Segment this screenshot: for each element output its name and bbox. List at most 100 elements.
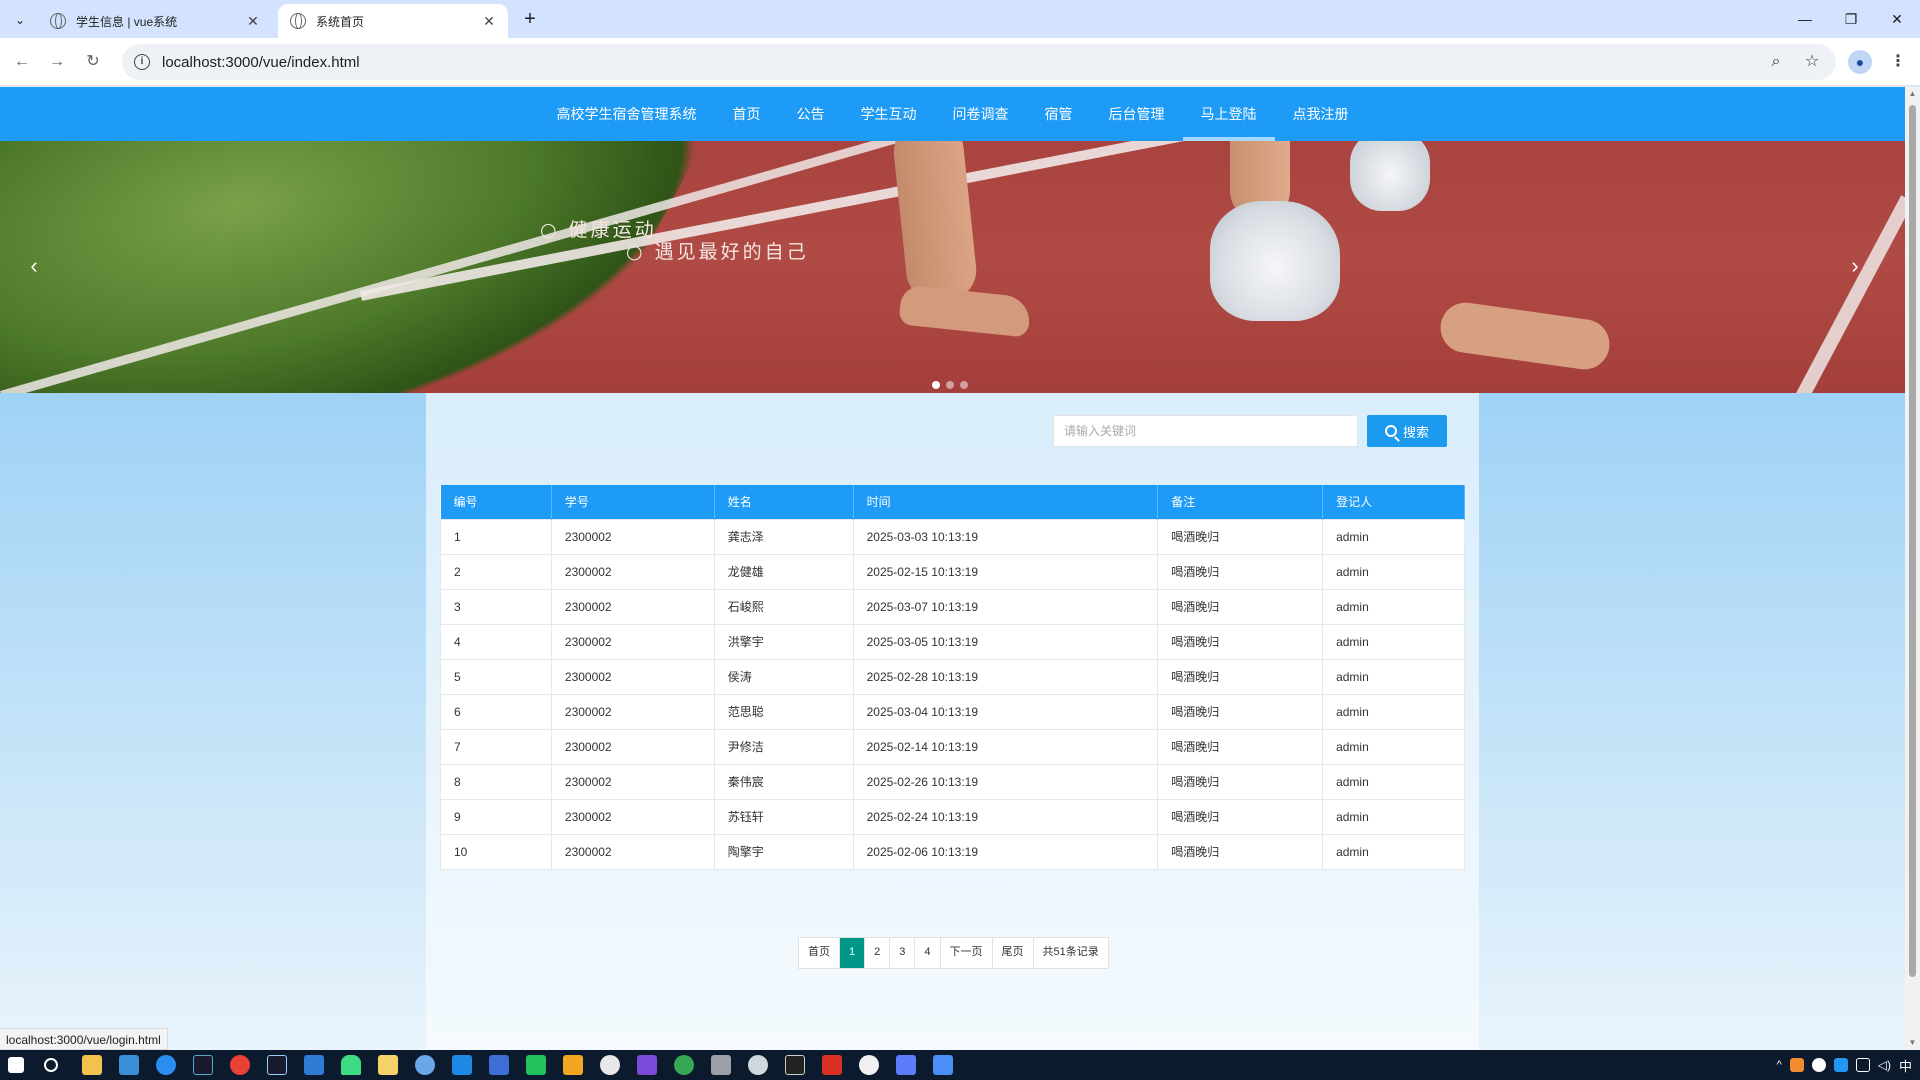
app-icon[interactable]	[156, 1055, 176, 1075]
zoom-icon[interactable]: ⌕	[1766, 52, 1786, 72]
table-row[interactable]: 8 2300002 秦伟宸 2025-02-26 10:13:19 喝酒晚归 a…	[440, 763, 1465, 800]
cell-student-no: 2300002	[550, 798, 715, 835]
ide-icon[interactable]	[637, 1055, 657, 1075]
table-row[interactable]: 4 2300002 洪擎宇 2025-03-05 10:13:19 喝酒晚归 a…	[440, 623, 1465, 660]
microphone-icon[interactable]	[1811, 1058, 1826, 1072]
table-row[interactable]: 2 2300002 龙健雄 2025-02-15 10:13:19 喝酒晚归 a…	[440, 553, 1465, 590]
pagination-page-1[interactable]: 1	[840, 938, 866, 968]
banner-runner-hand	[1437, 299, 1613, 373]
bookmark-star-icon[interactable]: ☆	[1802, 52, 1822, 72]
taskbar-search-icon[interactable]	[44, 1058, 58, 1072]
table-row[interactable]: 1 2300002 龚志泽 2025-03-03 10:13:19 喝酒晚归 a…	[440, 518, 1465, 555]
nav-survey[interactable]: 问卷调查	[935, 87, 1027, 141]
table-row[interactable]: 5 2300002 侯涛 2025-02-28 10:13:19 喝酒晚归 ad…	[440, 658, 1465, 695]
site-info-icon[interactable]: i	[134, 54, 150, 70]
col-header-time[interactable]: 时间	[853, 485, 1159, 519]
terminal-icon[interactable]	[785, 1055, 805, 1075]
app-icon[interactable]	[933, 1055, 953, 1075]
carousel-dot[interactable]	[932, 381, 940, 389]
folder-icon[interactable]	[563, 1055, 583, 1075]
tray-app-icon[interactable]	[1789, 1058, 1804, 1072]
search-button[interactable]: 搜索	[1367, 415, 1447, 447]
app-icon[interactable]	[896, 1055, 916, 1075]
search-input[interactable]: 请输入关键词	[1053, 415, 1358, 447]
nav-student-interaction[interactable]: 学生互动	[843, 87, 935, 141]
settings-gear-icon[interactable]	[748, 1055, 768, 1075]
nav-admin[interactable]: 后台管理	[1091, 87, 1183, 141]
close-icon[interactable]: ✕	[480, 12, 498, 30]
col-header-name[interactable]: 姓名	[714, 485, 854, 519]
app-icon[interactable]	[304, 1055, 324, 1075]
ime-indicator[interactable]: 中	[1899, 1056, 1912, 1075]
table-row[interactable]: 7 2300002 尹修洁 2025-02-14 10:13:19 喝酒晚归 a…	[440, 728, 1465, 765]
network-icon[interactable]	[1855, 1058, 1870, 1072]
remote-desktop-icon[interactable]	[119, 1055, 139, 1075]
file-explorer-icon[interactable]	[82, 1055, 102, 1075]
pagination-page-2[interactable]: 2	[865, 938, 891, 968]
cell-time: 2025-03-07 10:13:19	[852, 588, 1159, 625]
ide-icon[interactable]	[193, 1055, 213, 1075]
qq-icon[interactable]	[600, 1055, 620, 1075]
table-row[interactable]: 6 2300002 范思聪 2025-03-04 10:13:19 喝酒晚归 a…	[440, 693, 1465, 730]
cell-remark: 喝酒晚归	[1157, 693, 1324, 730]
carousel-prev-icon[interactable]: ‹	[22, 251, 46, 281]
new-tab-plus-icon[interactable]: +	[518, 8, 542, 32]
carousel-dot[interactable]	[946, 381, 954, 389]
back-arrow-icon[interactable]: ←	[10, 50, 34, 74]
search-button-label: 搜索	[1402, 424, 1429, 440]
browser-tab-student-info[interactable]: 学生信息 | vue系统 ✕	[38, 4, 272, 38]
col-header-recorder[interactable]: 登记人	[1322, 485, 1465, 519]
hp-icon[interactable]	[489, 1055, 509, 1075]
browser-icon[interactable]	[674, 1055, 694, 1075]
scroll-up-arrow-icon[interactable]: ▲	[1905, 87, 1920, 101]
qq-icon[interactable]	[859, 1055, 879, 1075]
address-url[interactable]: localhost:3000/vue/index.html	[162, 54, 360, 71]
tab-search-chevron-icon[interactable]: ⌄	[8, 8, 32, 32]
table-row[interactable]: 3 2300002 石峻熙 2025-03-07 10:13:19 喝酒晚归 a…	[440, 588, 1465, 625]
col-header-id[interactable]: 编号	[440, 485, 552, 519]
app-icon[interactable]	[415, 1055, 435, 1075]
table-row[interactable]: 10 2300002 陶擎宇 2025-02-06 10:13:19 喝酒晚归 …	[440, 833, 1465, 870]
minimize-icon[interactable]: —	[1782, 6, 1828, 32]
carousel-next-icon[interactable]: ›	[1843, 251, 1867, 281]
forward-arrow-icon[interactable]: →	[45, 50, 69, 74]
carousel-dot[interactable]	[960, 381, 968, 389]
android-studio-icon[interactable]	[341, 1055, 361, 1075]
table-row[interactable]: 9 2300002 苏钰轩 2025-02-24 10:13:19 喝酒晚归 a…	[440, 798, 1465, 835]
col-header-student-no[interactable]: 学号	[551, 485, 715, 519]
wps-icon[interactable]	[822, 1055, 842, 1075]
chrome-icon[interactable]	[230, 1055, 250, 1075]
nav-home[interactable]: 首页	[715, 87, 779, 141]
tray-expand-chevron-icon[interactable]: ^	[1777, 1059, 1782, 1071]
pycharm-icon[interactable]	[526, 1055, 546, 1075]
volume-icon[interactable]: ◁)	[1878, 1058, 1891, 1072]
nav-dorm-manager[interactable]: 宿管	[1027, 87, 1091, 141]
browser-tab-home[interactable]: 系统首页 ✕	[278, 4, 508, 38]
more-menu-icon[interactable]: ⋮	[1886, 50, 1910, 74]
col-header-remark[interactable]: 备注	[1157, 485, 1324, 519]
address-bar[interactable]: i localhost:3000/vue/index.html ⌕ ☆	[122, 44, 1836, 80]
app-icon[interactable]	[711, 1055, 731, 1075]
pagination-next[interactable]: 下一页	[941, 938, 993, 968]
page-scrollbar[interactable]: ▲ ▼	[1905, 87, 1920, 1050]
nav-announcements[interactable]: 公告	[779, 87, 843, 141]
reload-icon[interactable]: ↻	[81, 50, 105, 74]
window-close-icon[interactable]: ✕	[1874, 6, 1920, 32]
profile-avatar-icon[interactable]: ●	[1848, 50, 1872, 74]
pagination-last[interactable]: 尾页	[993, 938, 1034, 968]
pagination-page-3[interactable]: 3	[890, 938, 916, 968]
scroll-down-arrow-icon[interactable]: ▼	[1905, 1036, 1920, 1050]
ide-icon[interactable]	[267, 1055, 287, 1075]
close-icon[interactable]: ✕	[244, 12, 262, 30]
nav-register[interactable]: 点我注册	[1275, 87, 1367, 141]
app-icon[interactable]	[452, 1055, 472, 1075]
scroll-thumb[interactable]	[1909, 105, 1916, 977]
restore-icon[interactable]: ❐	[1828, 6, 1874, 32]
nav-brand[interactable]: 高校学生宿舍管理系统	[539, 87, 715, 141]
nav-login[interactable]: 马上登陆	[1182, 87, 1275, 141]
windows-start-icon[interactable]	[8, 1057, 24, 1073]
notes-icon[interactable]	[378, 1055, 398, 1075]
pagination-first[interactable]: 首页	[799, 938, 840, 968]
tray-app-icon[interactable]	[1833, 1058, 1848, 1072]
pagination-page-4[interactable]: 4	[915, 938, 941, 968]
